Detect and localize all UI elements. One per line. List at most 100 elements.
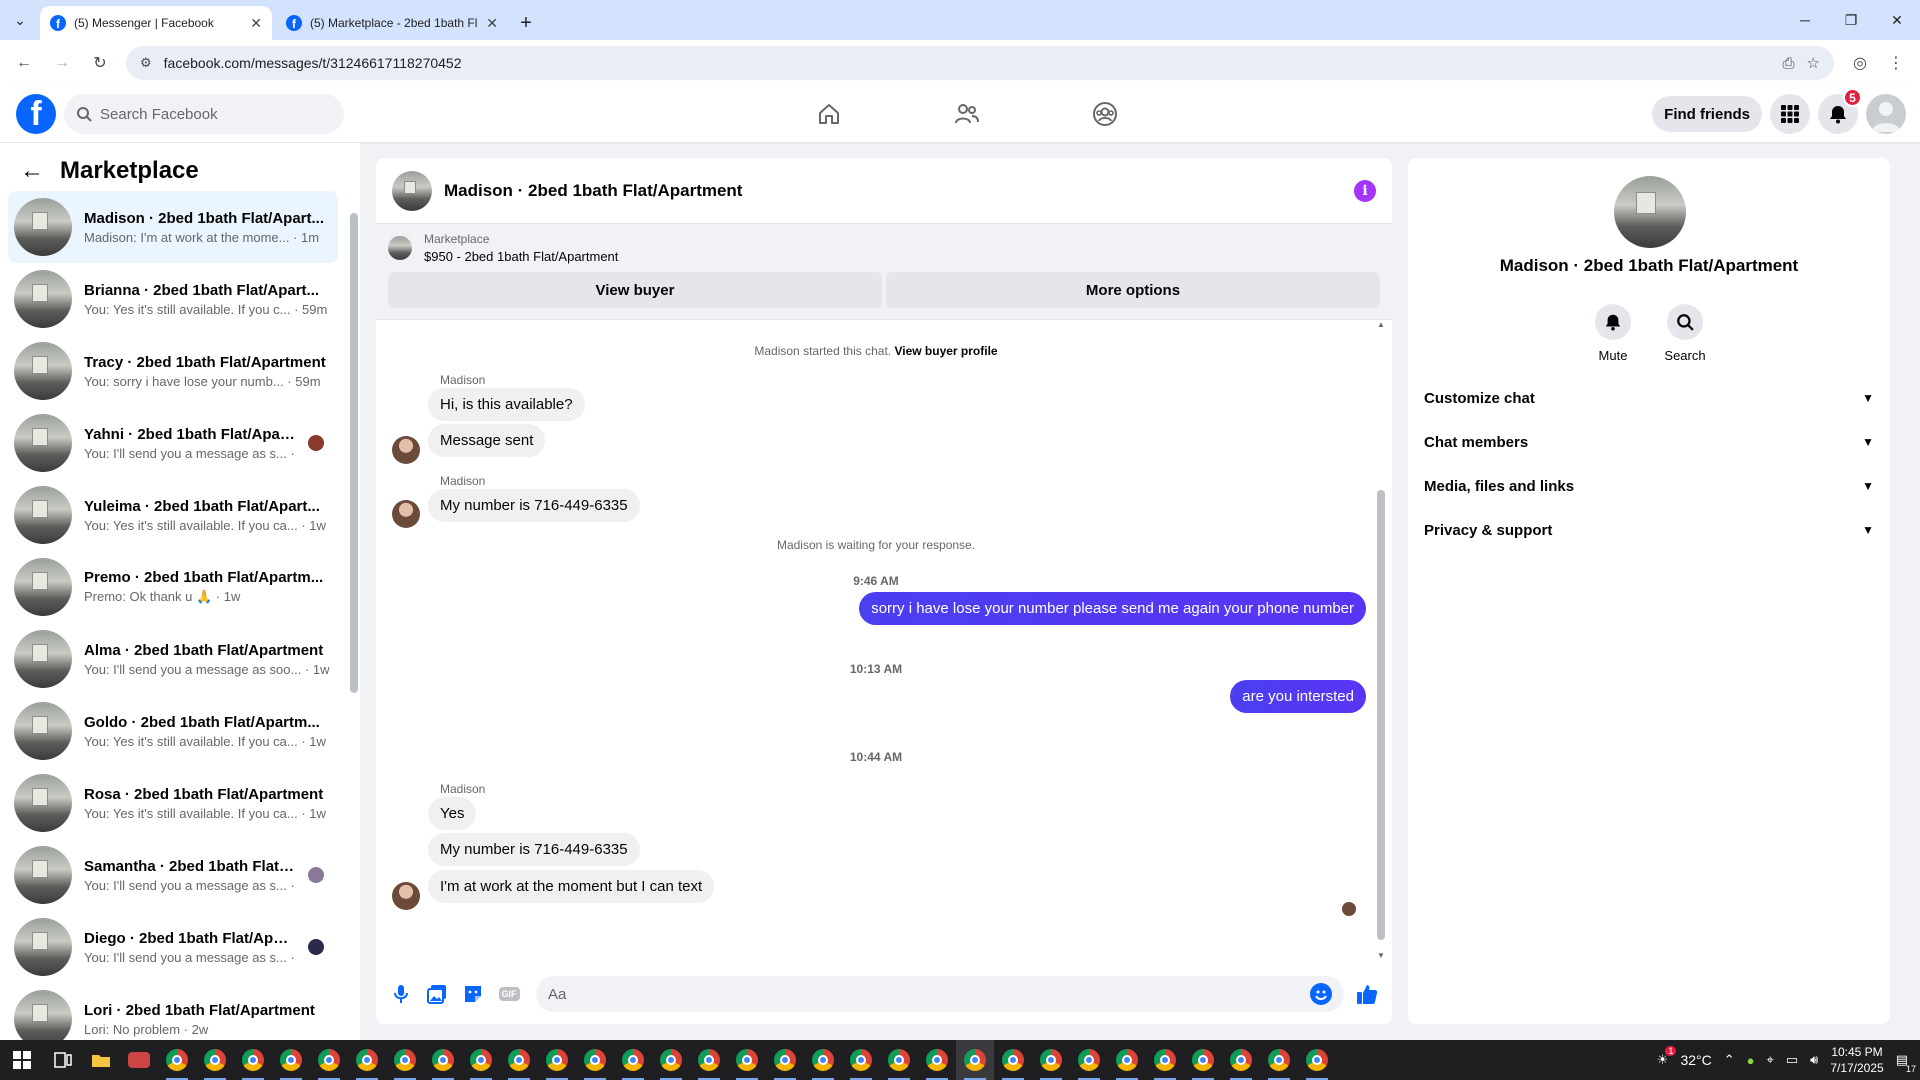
bookmark-star-icon[interactable]: ☆	[1807, 54, 1820, 72]
chrome-icon[interactable]	[272, 1040, 310, 1080]
conversation-item[interactable]: Samantha · 2bed 1bath Flat/A... You: I'll…	[8, 839, 338, 911]
conversation-item[interactable]: Rosa · 2bed 1bath Flat/Apartment You: Yes…	[8, 767, 338, 839]
reload-icon[interactable]: ↻	[84, 47, 116, 79]
tray-app-icon[interactable]: ●	[1747, 1053, 1755, 1068]
chrome-icon[interactable]	[880, 1040, 918, 1080]
network-icon[interactable]: ▭	[1786, 1052, 1798, 1068]
scroll-up-arrow-icon[interactable]: ▲	[1377, 320, 1385, 329]
scroll-down-arrow-icon[interactable]: ▼	[1377, 951, 1385, 960]
chrome-icon[interactable]	[804, 1040, 842, 1080]
chrome-icon[interactable]	[614, 1040, 652, 1080]
kebab-menu-icon[interactable]: ⋮	[1880, 47, 1912, 79]
sender-avatar[interactable]	[392, 882, 420, 910]
chrome-icon[interactable]	[690, 1040, 728, 1080]
listing-thumbnail[interactable]	[392, 170, 432, 211]
home-tab[interactable]	[760, 86, 898, 142]
listing-avatar[interactable]	[1614, 176, 1686, 248]
restore-icon[interactable]: ❐	[1828, 0, 1874, 40]
search-input[interactable]	[100, 105, 320, 123]
chrome-icon[interactable]	[462, 1040, 500, 1080]
find-friends-button[interactable]: Find friends	[1652, 96, 1762, 132]
conversation-item[interactable]: Madison · 2bed 1bath Flat/Apart... Madiso…	[8, 191, 338, 263]
back-arrow-icon[interactable]: ←	[20, 157, 44, 185]
clock[interactable]: 10:45 PM 7/17/2025	[1830, 1044, 1883, 1076]
chrome-icon[interactable]	[158, 1040, 196, 1080]
forward-arrow-icon[interactable]: →	[46, 47, 78, 79]
menu-grid-button[interactable]	[1770, 94, 1810, 134]
minimize-icon[interactable]: ─	[1782, 0, 1828, 40]
new-tab-plus-icon[interactable]: +	[512, 6, 540, 40]
tab-search-chevron-icon[interactable]: ⌄	[0, 0, 40, 40]
sidebar-scrollbar[interactable]	[350, 198, 358, 1028]
file-explorer-icon[interactable]	[82, 1040, 120, 1080]
chrome-icon[interactable]	[918, 1040, 956, 1080]
chrome-icon[interactable]	[386, 1040, 424, 1080]
chrome-icon[interactable]	[1108, 1040, 1146, 1080]
gif-icon[interactable]: GIF	[496, 981, 522, 1007]
message-input-box[interactable]	[536, 976, 1344, 1012]
search-chat-button[interactable]: Search	[1664, 304, 1706, 363]
chrome-icon[interactable]	[728, 1040, 766, 1080]
mute-button[interactable]: Mute	[1595, 304, 1631, 363]
chrome-icon[interactable]	[842, 1040, 880, 1080]
view-buyer-button[interactable]: View buyer	[388, 272, 882, 308]
notifications-button[interactable]: 5	[1818, 88, 1862, 134]
omnibox[interactable]: ⚙ facebook.com/messages/t/31246617118270…	[126, 46, 1834, 80]
conversation-item[interactable]: Alma · 2bed 1bath Flat/Apartment You: I'l…	[8, 623, 338, 695]
message-input[interactable]	[548, 985, 1310, 1003]
volume-icon[interactable]: 🔊︎	[1810, 1052, 1818, 1068]
conversation-item[interactable]: Premo · 2bed 1bath Flat/Apartm... Premo: …	[8, 551, 338, 623]
location-icon[interactable]: ⌖	[1766, 1052, 1773, 1068]
chrome-icon[interactable]	[576, 1040, 614, 1080]
chrome-icon[interactable]	[424, 1040, 462, 1080]
conversation-item[interactable]: Diego · 2bed 1bath Flat/Apart... You: I'l…	[8, 911, 338, 983]
chat-members-section[interactable]: Chat members ▼	[1416, 420, 1882, 464]
chrome-icon[interactable]	[196, 1040, 234, 1080]
chrome-icon[interactable]	[234, 1040, 272, 1080]
sender-avatar[interactable]	[392, 500, 420, 528]
app-icon[interactable]	[120, 1040, 158, 1080]
photo-attach-icon[interactable]	[424, 981, 450, 1007]
chrome-icon-active[interactable]	[956, 1040, 994, 1080]
conversation-item[interactable]: Brianna · 2bed 1bath Flat/Apart... You: Y…	[8, 263, 338, 335]
conversation-item[interactable]: Yuleima · 2bed 1bath Flat/Apart... You: Y…	[8, 479, 338, 551]
install-app-icon[interactable]: ⎙	[1783, 55, 1795, 72]
facebook-search[interactable]	[64, 94, 344, 134]
conversation-item[interactable]: Goldo · 2bed 1bath Flat/Apartm... You: Ye…	[8, 695, 338, 767]
window-close-icon[interactable]: ✕	[1874, 0, 1920, 40]
info-icon[interactable]: i	[1354, 179, 1376, 202]
microphone-icon[interactable]	[388, 981, 414, 1007]
chrome-icon[interactable]	[310, 1040, 348, 1080]
weather-icon[interactable]: ☀ 1	[1657, 1046, 1677, 1068]
media-files-links-section[interactable]: Media, files and links ▼	[1416, 464, 1882, 508]
windows-start-icon[interactable]	[0, 1040, 44, 1080]
listing-info[interactable]: Marketplace $950 - 2bed 1bath Flat/Apart…	[388, 232, 1380, 264]
more-options-button[interactable]: More options	[886, 272, 1380, 308]
conversation-item[interactable]: Lori · 2bed 1bath Flat/Apartment Lori: No…	[8, 983, 338, 1040]
chrome-icon[interactable]	[1222, 1040, 1260, 1080]
thumbs-up-icon[interactable]	[1354, 981, 1380, 1007]
view-buyer-profile-link[interactable]: View buyer profile	[894, 344, 997, 358]
privacy-support-section[interactable]: Privacy & support ▼	[1416, 508, 1882, 552]
tab-marketplace[interactable]: f (5) Marketplace - 2bed 1bath Fl ✕	[276, 6, 508, 40]
chrome-icon[interactable]	[1298, 1040, 1336, 1080]
emoji-icon[interactable]	[1310, 983, 1332, 1005]
chrome-icon[interactable]	[1184, 1040, 1222, 1080]
scrollbar-thumb[interactable]	[350, 213, 358, 693]
groups-tab[interactable]	[1036, 86, 1174, 142]
conversation-item[interactable]: Tracy · 2bed 1bath Flat/Apartment You: so…	[8, 335, 338, 407]
profile-icon[interactable]: ◎	[1844, 47, 1876, 79]
chat-title[interactable]: Madison · 2bed 1bath Flat/Apartment	[444, 181, 1342, 201]
chrome-icon[interactable]	[538, 1040, 576, 1080]
conversation-item[interactable]: Yahni · 2bed 1bath Flat/Apart... You: I'l…	[8, 407, 338, 479]
close-icon[interactable]: ✕	[250, 15, 262, 32]
temperature-text[interactable]: 32°C	[1680, 1052, 1711, 1068]
scrollbar-thumb[interactable]	[1377, 490, 1385, 940]
chevron-up-icon[interactable]: ⌃	[1724, 1052, 1735, 1068]
back-arrow-icon[interactable]: ←	[8, 47, 40, 79]
tab-messenger[interactable]: f (5) Messenger | Facebook ✕	[40, 6, 272, 40]
friends-tab[interactable]	[898, 86, 1036, 142]
chrome-icon[interactable]	[652, 1040, 690, 1080]
chrome-icon[interactable]	[348, 1040, 386, 1080]
chat-scrollbar[interactable]: ▲ ▼	[1376, 320, 1386, 960]
